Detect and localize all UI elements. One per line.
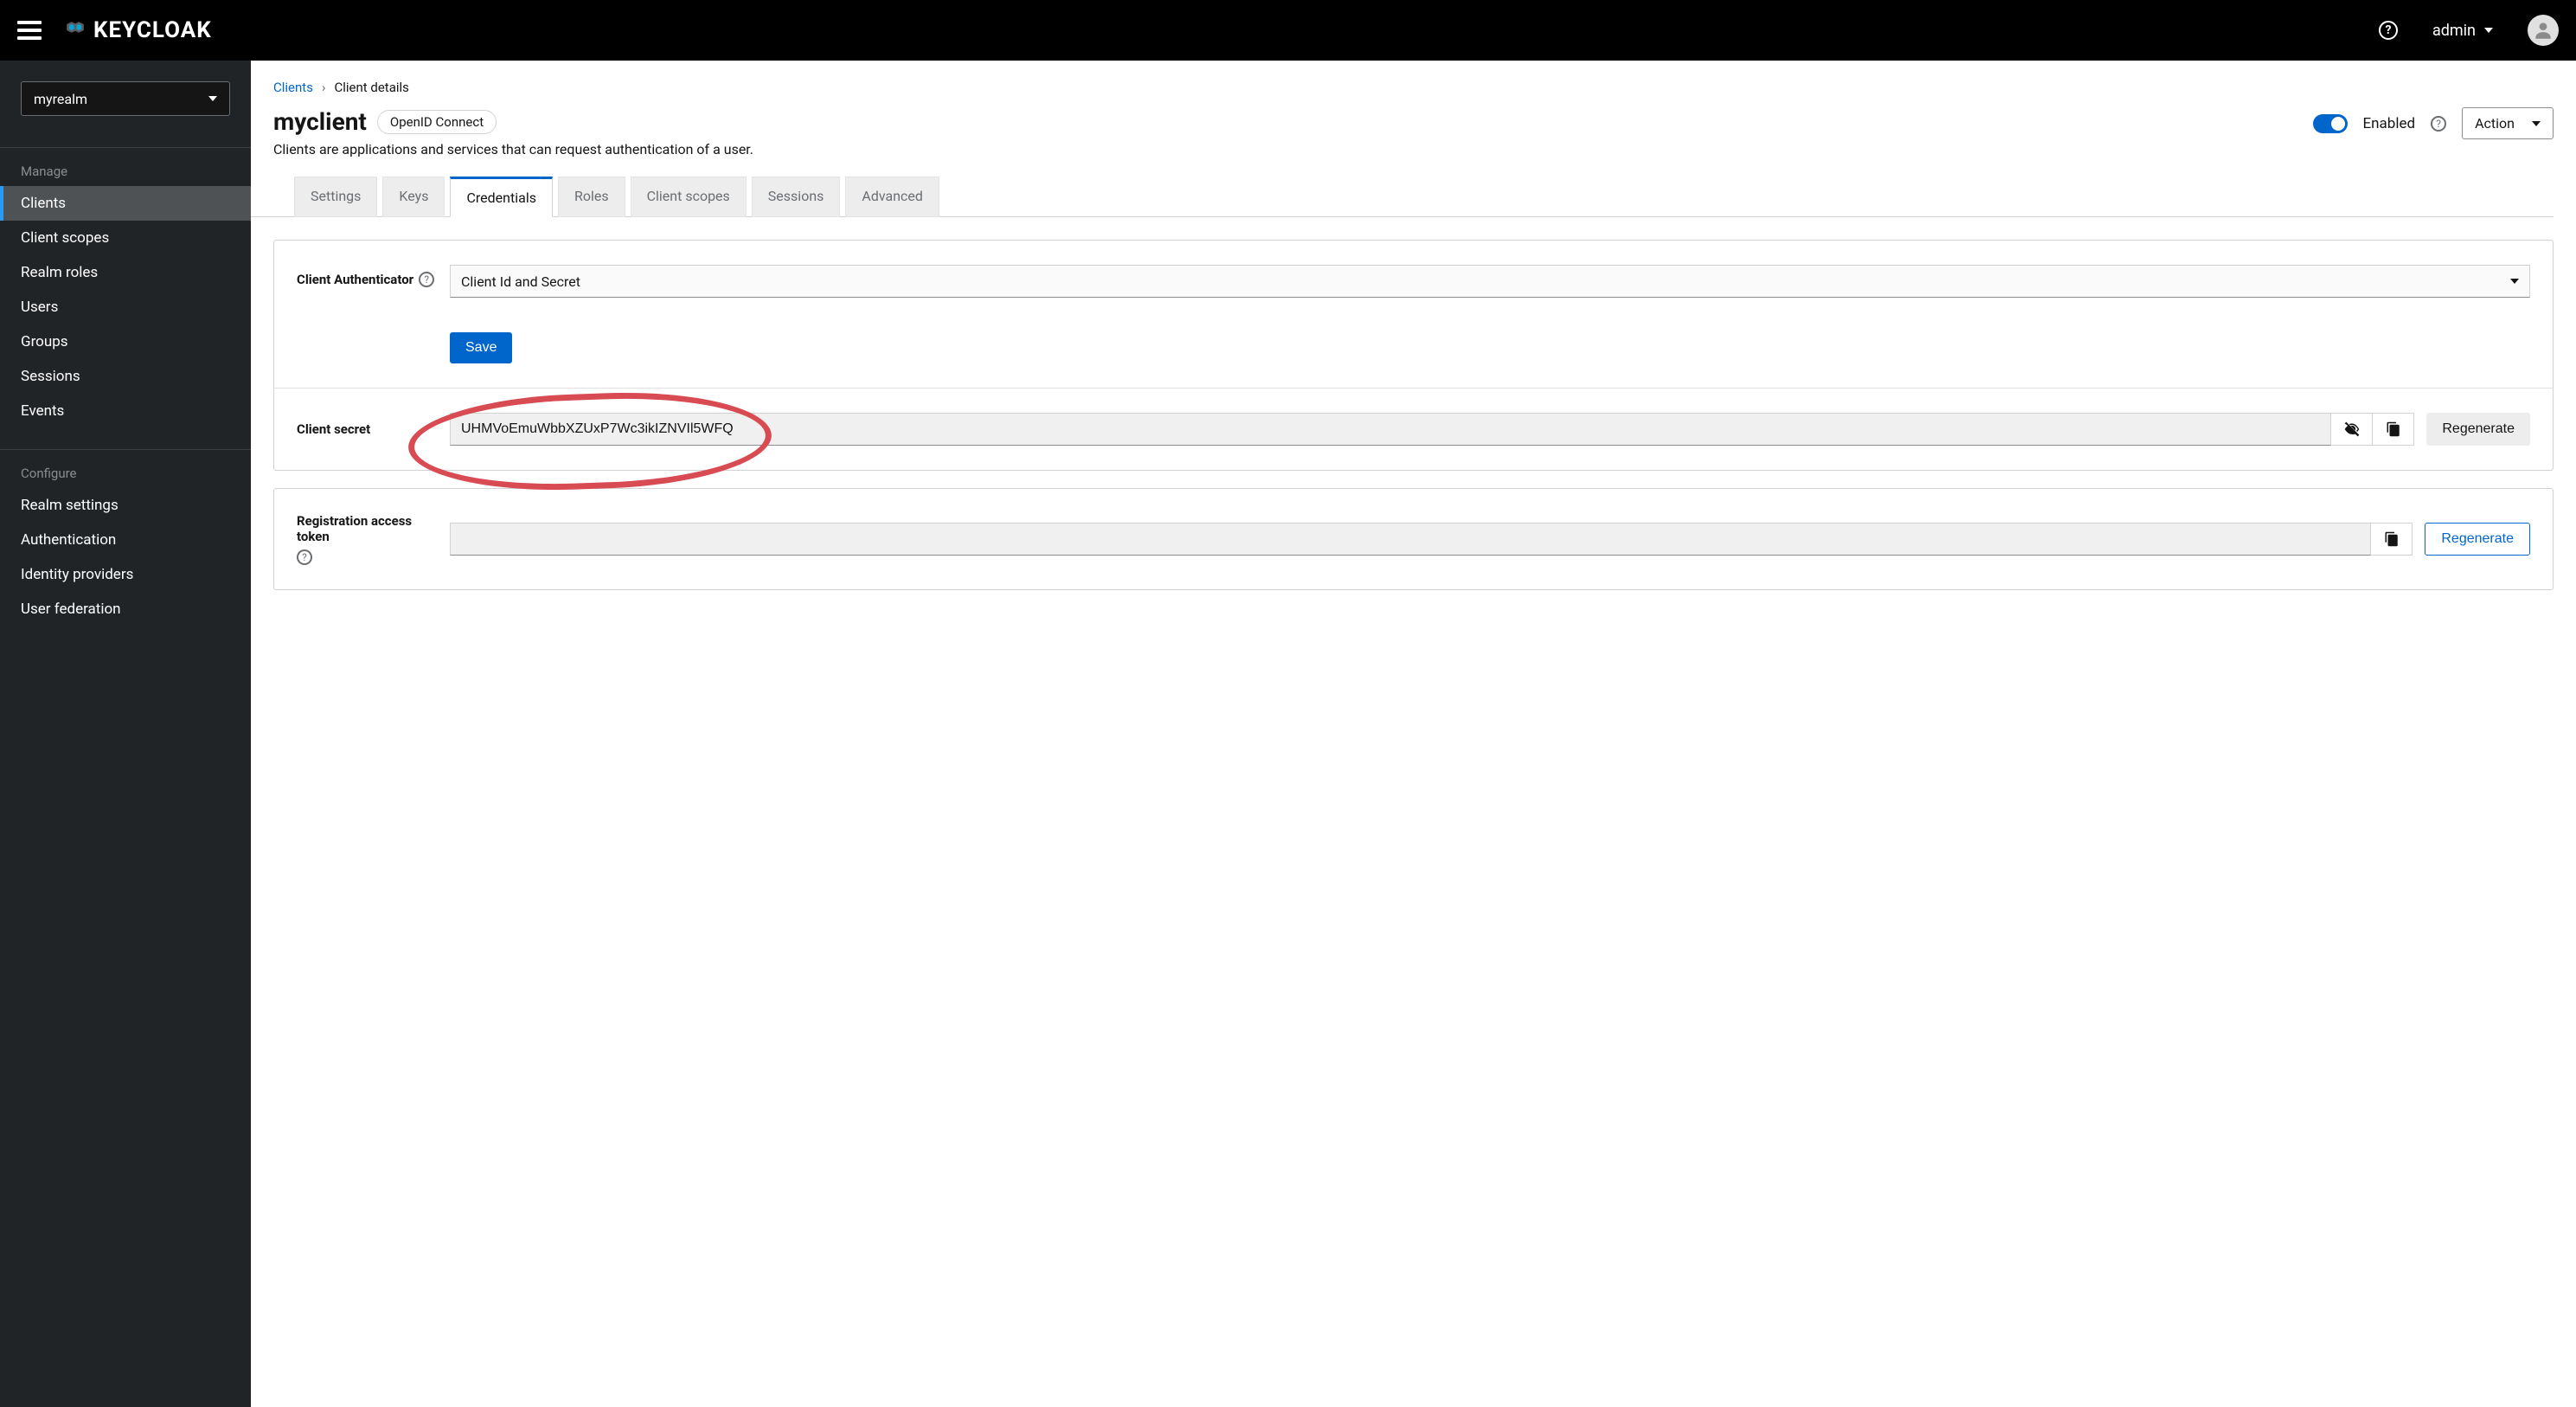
tab-sessions[interactable]: Sessions <box>752 177 841 217</box>
enabled-toggle[interactable] <box>2313 114 2348 133</box>
help-icon[interactable]: ? <box>297 549 312 565</box>
sidebar-item-realm-settings[interactable]: Realm settings <box>0 488 251 523</box>
page-description: Clients are applications and services th… <box>273 141 753 157</box>
tab-advanced[interactable]: Advanced <box>845 177 939 217</box>
keycloak-logo-icon <box>62 18 88 42</box>
page-title: myclient OpenID Connect <box>273 107 753 136</box>
save-button[interactable]: Save <box>450 332 512 363</box>
topbar-right: ? admin <box>2379 15 2559 46</box>
sidebar-item-authentication[interactable]: Authentication <box>0 523 251 557</box>
sidebar-section-manage: Manage <box>0 153 251 186</box>
tab-settings[interactable]: Settings <box>294 177 377 217</box>
tab-roles[interactable]: Roles <box>558 177 625 217</box>
sidebar-item-groups[interactable]: Groups <box>0 324 251 359</box>
user-menu[interactable]: admin <box>2432 22 2493 40</box>
regenerate-secret-button[interactable]: Regenerate <box>2426 413 2530 446</box>
credentials-panel: Client Authenticator ? Client Id and Sec… <box>273 240 2554 471</box>
breadcrumb-clients-link[interactable]: Clients <box>273 80 313 95</box>
action-dropdown[interactable]: Action <box>2462 107 2554 139</box>
sidebar-item-client-scopes[interactable]: Client scopes <box>0 221 251 255</box>
toggle-visibility-button[interactable] <box>2331 413 2373 446</box>
copy-secret-button[interactable] <box>2373 413 2414 446</box>
breadcrumb: Clients › Client details <box>273 80 2554 95</box>
user-avatar-icon <box>2532 19 2554 42</box>
sidebar-item-user-federation[interactable]: User federation <box>0 592 251 626</box>
breadcrumb-current: Client details <box>334 80 408 95</box>
eye-off-icon <box>2343 421 2361 438</box>
help-icon[interactable]: ? <box>2431 116 2446 132</box>
tabs: Settings Keys Credentials Roles Client s… <box>294 177 2554 217</box>
sidebar-item-identity-providers[interactable]: Identity providers <box>0 557 251 592</box>
help-icon[interactable]: ? <box>2379 21 2398 40</box>
client-authenticator-label: Client Authenticator ? <box>297 265 439 287</box>
chevron-down-icon <box>2510 279 2519 284</box>
sidebar-section-configure: Configure <box>0 455 251 488</box>
registration-panel: Registration access token ? Regenerate <box>273 488 2554 590</box>
topbar-left: KEYCLOAK <box>17 17 212 43</box>
tab-keys[interactable]: Keys <box>382 177 445 217</box>
main-content: Clients › Client details myclient OpenID… <box>251 61 2576 1407</box>
chevron-down-icon <box>2532 121 2541 126</box>
enabled-label: Enabled <box>2363 115 2416 132</box>
client-secret-input[interactable] <box>450 413 2331 446</box>
realm-selected-value: myrealm <box>34 91 87 107</box>
copy-icon <box>2384 531 2400 547</box>
chevron-down-icon <box>2484 28 2493 33</box>
help-icon[interactable]: ? <box>419 272 434 287</box>
menu-icon[interactable] <box>17 21 42 40</box>
client-secret-label: Client secret <box>297 421 439 437</box>
logo-text: KEYCLOAK <box>93 17 212 43</box>
action-label: Action <box>2475 115 2515 132</box>
logo[interactable]: KEYCLOAK <box>62 17 212 43</box>
copy-icon <box>2386 421 2401 437</box>
username: admin <box>2432 22 2476 40</box>
regenerate-registration-token-button[interactable]: Regenerate <box>2425 523 2530 556</box>
tab-client-scopes[interactable]: Client scopes <box>631 177 747 217</box>
client-authenticator-select[interactable]: Client Id and Secret <box>450 265 2530 298</box>
avatar[interactable] <box>2528 15 2559 46</box>
sidebar: myrealm Manage Clients Client scopes Rea… <box>0 61 251 1407</box>
sidebar-item-clients[interactable]: Clients <box>0 186 251 221</box>
registration-token-label: Registration access token ? <box>297 513 439 565</box>
realm-selector[interactable]: myrealm <box>21 81 230 116</box>
registration-token-input[interactable] <box>450 523 2371 556</box>
sidebar-item-events[interactable]: Events <box>0 394 251 428</box>
sidebar-item-users[interactable]: Users <box>0 290 251 324</box>
topbar: KEYCLOAK ? admin <box>0 0 2576 61</box>
chevron-down-icon <box>208 96 217 101</box>
title-row: myclient OpenID Connect Clients are appl… <box>273 107 2554 157</box>
chevron-right-icon: › <box>322 80 326 95</box>
client-authenticator-value: Client Id and Secret <box>461 273 580 290</box>
protocol-badge: OpenID Connect <box>377 110 497 134</box>
tab-credentials[interactable]: Credentials <box>450 177 553 217</box>
sidebar-item-realm-roles[interactable]: Realm roles <box>0 255 251 290</box>
copy-registration-token-button[interactable] <box>2371 523 2413 556</box>
sidebar-item-sessions[interactable]: Sessions <box>0 359 251 394</box>
client-name: myclient <box>273 107 367 136</box>
